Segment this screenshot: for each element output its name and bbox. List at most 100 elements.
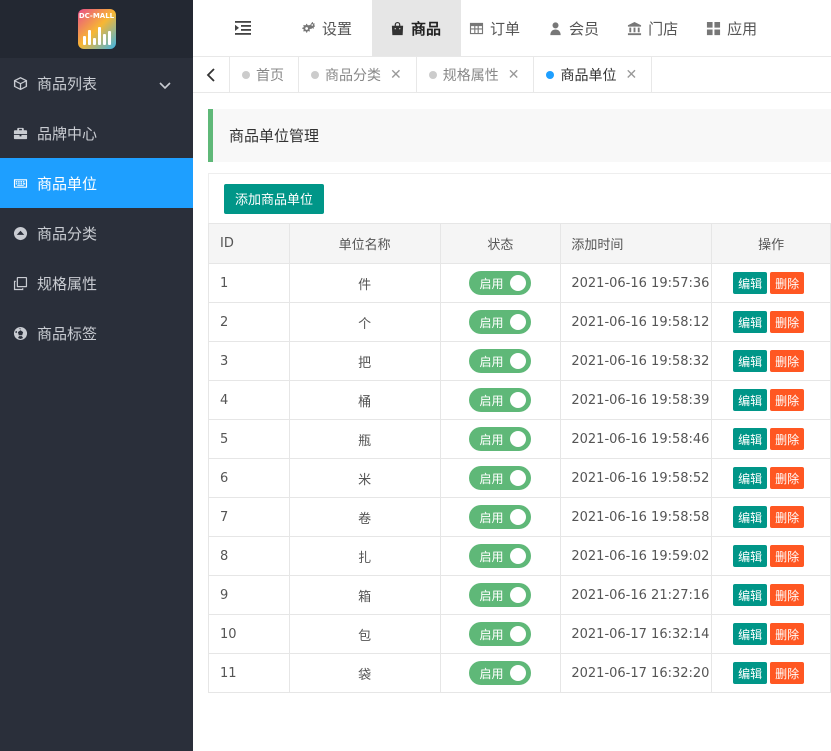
delete-button[interactable]: 删除 <box>770 545 805 567</box>
status-toggle[interactable]: 启用 <box>469 349 532 373</box>
table-row: 9 箱启用 2021-06-16 21:27:16 编辑 删除 <box>208 575 831 615</box>
delete-button[interactable]: 删除 <box>770 662 805 684</box>
tab-bar: 首页 商品分类 ✕ 规格属性 ✕ 商品单位 ✕ <box>193 57 831 93</box>
delete-button[interactable]: 删除 <box>770 311 805 333</box>
edit-button[interactable]: 编辑 <box>733 662 768 684</box>
tab-home[interactable]: 首页 <box>230 57 299 92</box>
cell-id: 9 <box>208 575 290 615</box>
status-toggle[interactable]: 启用 <box>469 310 532 334</box>
delete-button[interactable]: 删除 <box>770 389 805 411</box>
sidebar-item-product-category[interactable]: 商品分类 <box>0 208 193 258</box>
sidebar: DC-MALL 商品列表 品牌中心 商品单位 商品分类 规格属性 商品标签 <box>0 0 193 751</box>
cell-status: 启用 <box>439 302 562 342</box>
topnav-stores[interactable]: 门店 <box>627 0 698 56</box>
delete-button[interactable]: 删除 <box>770 272 805 294</box>
close-icon[interactable]: ✕ <box>508 67 520 83</box>
close-icon[interactable]: ✕ <box>390 67 402 83</box>
edit-button[interactable]: 编辑 <box>733 506 768 528</box>
chevron-down-icon[interactable] <box>159 77 171 90</box>
tab-product-category[interactable]: 商品分类 ✕ <box>299 57 417 92</box>
cell-name: 瓶 <box>288 419 441 459</box>
status-toggle[interactable]: 启用 <box>469 583 532 607</box>
status-toggle[interactable]: 启用 <box>469 505 532 529</box>
cell-time: 2021-06-16 19:58:32 <box>560 341 713 381</box>
topnav-apps[interactable]: 应用 <box>706 0 777 56</box>
edit-button[interactable]: 编辑 <box>733 389 768 411</box>
cell-status: 启用 <box>439 419 562 459</box>
status-toggle-label: 启用 <box>479 354 504 369</box>
topnav-products[interactable]: 商品 <box>372 0 462 56</box>
edit-button[interactable]: 编辑 <box>733 545 768 567</box>
delete-button[interactable]: 删除 <box>770 467 805 489</box>
sidebar-item-product-tag[interactable]: 商品标签 <box>0 308 193 358</box>
topnav-label: 设置 <box>322 19 353 38</box>
edit-button[interactable]: 编辑 <box>733 467 768 489</box>
cell-name: 个 <box>288 302 441 342</box>
toggle-knob <box>510 353 527 369</box>
delete-button[interactable]: 删除 <box>770 350 805 372</box>
edit-button[interactable]: 编辑 <box>733 623 768 645</box>
status-toggle[interactable]: 启用 <box>469 388 532 412</box>
sidebar-item-spec-attribute[interactable]: 规格属性 <box>0 258 193 308</box>
cell-id: 8 <box>208 536 290 576</box>
cell-id: 5 <box>208 419 290 459</box>
tab-spec-attribute[interactable]: 规格属性 ✕ <box>417 57 535 92</box>
table-row: 1 件启用 2021-06-16 19:57:36 编辑 删除 <box>208 263 831 303</box>
delete-button[interactable]: 删除 <box>770 506 805 528</box>
cell-time: 2021-06-17 16:32:14 <box>560 614 713 654</box>
top-nav: 设置 商品 订单 会员 门店 应用 <box>193 0 831 57</box>
edit-button[interactable]: 编辑 <box>733 584 768 606</box>
delete-button[interactable]: 删除 <box>770 623 805 645</box>
topnav-settings[interactable]: 设置 <box>301 0 372 56</box>
table-row: 7 卷启用 2021-06-16 19:58:58 编辑 删除 <box>208 497 831 537</box>
sidebar-item-product-unit[interactable]: 商品单位 <box>0 158 193 208</box>
edit-button[interactable]: 编辑 <box>733 350 768 372</box>
topnav-members[interactable]: 会员 <box>548 0 619 56</box>
status-toggle[interactable]: 启用 <box>469 427 532 451</box>
cell-name: 把 <box>288 341 441 381</box>
header-id[interactable]: ID <box>208 223 290 264</box>
tab-product-unit[interactable]: 商品单位 ✕ <box>534 57 653 92</box>
status-toggle-label: 启用 <box>479 588 504 603</box>
status-toggle-label: 启用 <box>479 276 504 291</box>
cell-time: 2021-06-16 19:58:12 <box>560 302 713 342</box>
status-toggle[interactable]: 启用 <box>469 271 532 295</box>
sidebar-toggle-button[interactable] <box>193 0 293 56</box>
tab-label: 商品分类 <box>325 67 381 84</box>
cell-name: 箱 <box>288 575 441 615</box>
edit-button[interactable]: 编辑 <box>733 428 768 450</box>
tab-scroll-left-button[interactable] <box>193 57 230 92</box>
status-toggle[interactable]: 启用 <box>469 622 532 646</box>
logo[interactable]: DC-MALL <box>0 0 193 58</box>
edit-button[interactable]: 编辑 <box>733 311 768 333</box>
cell-status: 启用 <box>439 458 562 498</box>
cell-time: 2021-06-17 16:32:20 <box>560 653 713 693</box>
status-toggle-label: 启用 <box>479 627 504 642</box>
table-row: 10 包启用 2021-06-17 16:32:14 编辑 删除 <box>208 614 831 654</box>
status-toggle-label: 启用 <box>479 471 504 486</box>
status-toggle-label: 启用 <box>479 666 504 681</box>
page-title: 商品单位管理 <box>208 109 831 162</box>
delete-button[interactable]: 删除 <box>770 584 805 606</box>
topnav-orders[interactable]: 订单 <box>469 0 540 56</box>
cell-status: 启用 <box>439 536 562 576</box>
edit-button[interactable]: 编辑 <box>733 272 768 294</box>
status-toggle[interactable]: 启用 <box>469 661 532 685</box>
cell-status: 启用 <box>439 575 562 615</box>
cell-ops: 编辑 删除 <box>711 302 831 342</box>
close-icon[interactable]: ✕ <box>625 67 637 83</box>
header-name[interactable]: 单位名称 <box>288 223 441 264</box>
gears-icon <box>301 20 317 36</box>
indent-icon <box>235 21 251 35</box>
clone-icon <box>12 275 28 291</box>
briefcase-icon <box>12 125 28 141</box>
status-toggle[interactable]: 启用 <box>469 466 532 490</box>
header-time[interactable]: 添加时间 <box>560 223 713 264</box>
status-toggle[interactable]: 启用 <box>469 544 532 568</box>
header-status[interactable]: 状态 <box>439 223 562 264</box>
delete-button[interactable]: 删除 <box>770 428 805 450</box>
sidebar-item-brand-center[interactable]: 品牌中心 <box>0 108 193 158</box>
sidebar-item-product-list[interactable]: 商品列表 <box>0 58 193 108</box>
mall-logo-icon: DC-MALL <box>77 9 116 49</box>
add-unit-button[interactable]: 添加商品单位 <box>224 183 325 214</box>
